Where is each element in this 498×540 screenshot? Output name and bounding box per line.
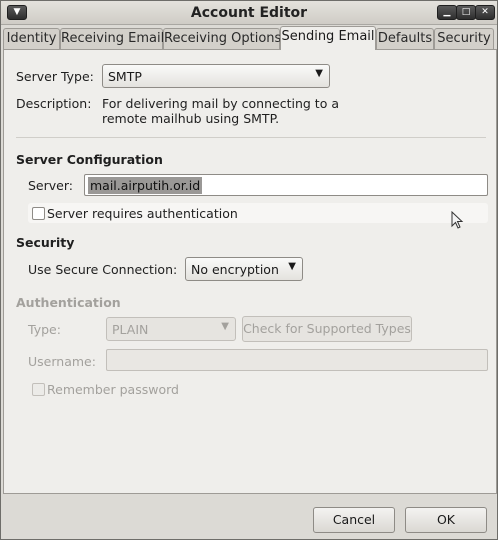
ok-button[interactable]: OK bbox=[405, 507, 487, 533]
separator bbox=[16, 137, 486, 138]
title-bar[interactable]: ▼ Account Editor ▁ □ ✕ bbox=[1, 1, 497, 25]
server-input-value: mail.airputih.or.id bbox=[88, 177, 203, 194]
secure-connection-select[interactable]: No encryption ▼ bbox=[185, 257, 303, 281]
server-type-select[interactable]: SMTP ▼ bbox=[102, 64, 330, 88]
secure-connection-label: Use Secure Connection: bbox=[28, 262, 178, 277]
secure-connection-value: No encryption bbox=[191, 262, 279, 277]
auth-type-value: PLAIN bbox=[112, 322, 149, 337]
server-auth-checkbox[interactable] bbox=[32, 207, 45, 220]
remember-password-checkbox[interactable] bbox=[32, 383, 45, 396]
authentication-heading: Authentication bbox=[16, 295, 121, 310]
server-type-label: Server Type: bbox=[16, 69, 94, 84]
auth-type-select[interactable]: PLAIN ▼ bbox=[106, 317, 236, 341]
username-input[interactable] bbox=[106, 349, 488, 371]
server-input[interactable]: mail.airputih.or.id bbox=[84, 174, 488, 196]
tab-sending-email[interactable]: Sending Email bbox=[280, 26, 376, 50]
remember-password-label[interactable]: Remember password bbox=[47, 382, 179, 397]
sending-email-panel: Server Type: SMTP ▼ Description: For del… bbox=[3, 49, 497, 494]
maximize-icon[interactable]: □ bbox=[456, 5, 476, 20]
username-label: Username: bbox=[28, 354, 96, 369]
tab-defaults[interactable]: Defaults bbox=[376, 28, 434, 49]
tab-receiving-email[interactable]: Receiving Email bbox=[60, 28, 164, 49]
server-type-value: SMTP bbox=[108, 69, 142, 84]
security-heading: Security bbox=[16, 235, 75, 250]
account-editor-window: ▼ Account Editor ▁ □ ✕ Identity Receivin… bbox=[0, 0, 498, 540]
cancel-button[interactable]: Cancel bbox=[313, 507, 395, 533]
description-line-2: remote mailhub using SMTP. bbox=[102, 111, 280, 126]
mouse-pointer-icon bbox=[451, 211, 464, 229]
tab-security[interactable]: Security bbox=[434, 28, 494, 49]
description-line-1: For delivering mail by connecting to a bbox=[102, 96, 339, 111]
window-title: Account Editor bbox=[190, 5, 308, 21]
server-auth-label[interactable]: Server requires authentication bbox=[47, 206, 238, 221]
chevron-down-icon: ▼ bbox=[288, 261, 296, 272]
tab-identity[interactable]: Identity bbox=[3, 28, 60, 49]
close-icon[interactable]: ✕ bbox=[475, 5, 495, 20]
minimize-icon[interactable]: ▁ bbox=[437, 5, 457, 20]
chevron-down-icon: ▼ bbox=[315, 68, 323, 79]
auth-type-label: Type: bbox=[28, 322, 61, 337]
server-configuration-heading: Server Configuration bbox=[16, 152, 163, 167]
server-label: Server: bbox=[28, 178, 73, 193]
description-label: Description: bbox=[16, 96, 92, 111]
tab-receiving-options[interactable]: Receiving Options bbox=[163, 28, 281, 49]
chevron-down-icon: ▼ bbox=[221, 321, 229, 332]
check-supported-types-button[interactable]: Check for Supported Types bbox=[242, 316, 412, 342]
tab-bar: Identity Receiving Email Receiving Optio… bbox=[3, 26, 497, 50]
